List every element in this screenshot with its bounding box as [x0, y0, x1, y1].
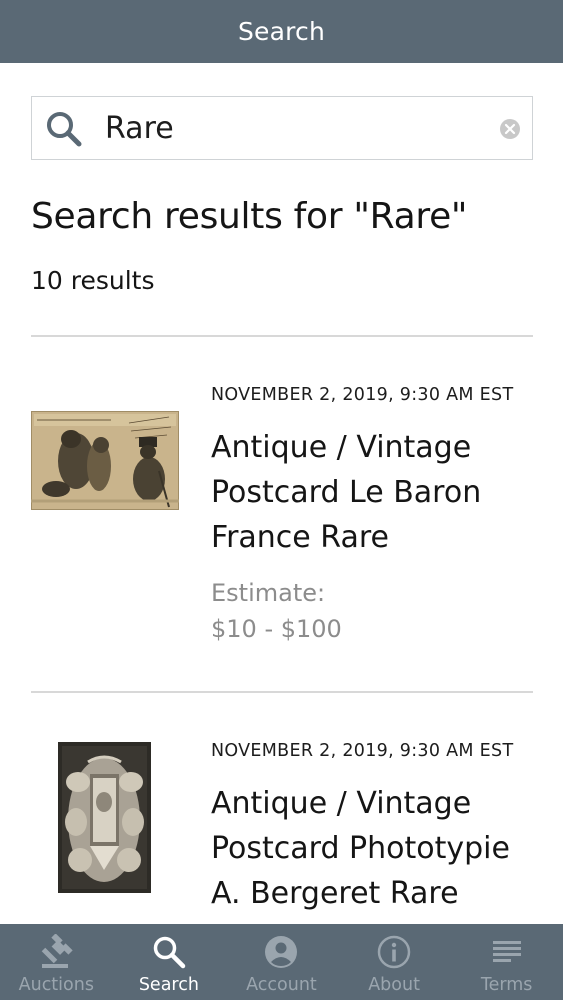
- app-screen: Search Search results for "Rare" 10 resu…: [0, 0, 563, 1000]
- search-icon: [153, 936, 186, 969]
- tab-label: Search: [138, 975, 199, 995]
- results-heading: Search results for "Rare": [31, 196, 468, 237]
- bottom-tab-bar: Auctions Search Account About Terms: [0, 924, 563, 1000]
- account-icon: [265, 936, 298, 968]
- item-title[interactable]: Antique / Vintage Postcard Phototypie A.…: [211, 781, 531, 916]
- gavel-icon: [42, 934, 73, 968]
- results-count: 10 results: [31, 266, 155, 295]
- postcard-thumbnail: [58, 742, 151, 893]
- result-item[interactable]: NOVEMBER 2, 2019, 9:30 AM EST Antique / …: [0, 693, 563, 933]
- result-item[interactable]: NOVEMBER 2, 2019, 9:30 AM EST Antique / …: [0, 337, 563, 691]
- item-title[interactable]: Antique / Vintage Postcard Le Baron Fran…: [211, 425, 531, 560]
- clear-search-icon[interactable]: [499, 118, 521, 140]
- top-bar: Search: [0, 0, 563, 63]
- tab-account[interactable]: Account: [225, 924, 338, 1000]
- search-box[interactable]: [31, 96, 533, 161]
- estimate-label: Estimate:: [211, 579, 326, 607]
- tab-label: Terms: [480, 975, 533, 995]
- auction-date: NOVEMBER 2, 2019, 9:30 AM EST: [211, 741, 514, 761]
- info-icon: [377, 935, 411, 969]
- tab-label: Account: [246, 975, 317, 995]
- postcard-thumbnail: [31, 411, 179, 510]
- estimate-range: $10 - $100: [211, 615, 342, 643]
- tab-label: Auctions: [18, 975, 94, 995]
- page-title: Search: [237, 17, 326, 46]
- search-input[interactable]: [105, 97, 485, 161]
- tab-search[interactable]: Search: [113, 924, 226, 1000]
- search-icon: [47, 112, 82, 147]
- tab-label: About: [368, 975, 420, 995]
- tab-auctions[interactable]: Auctions: [0, 924, 113, 1000]
- auction-date: NOVEMBER 2, 2019, 9:30 AM EST: [211, 385, 514, 405]
- tab-terms[interactable]: Terms: [450, 924, 563, 1000]
- tab-about[interactable]: About: [338, 924, 451, 1000]
- list-icon: [492, 941, 521, 962]
